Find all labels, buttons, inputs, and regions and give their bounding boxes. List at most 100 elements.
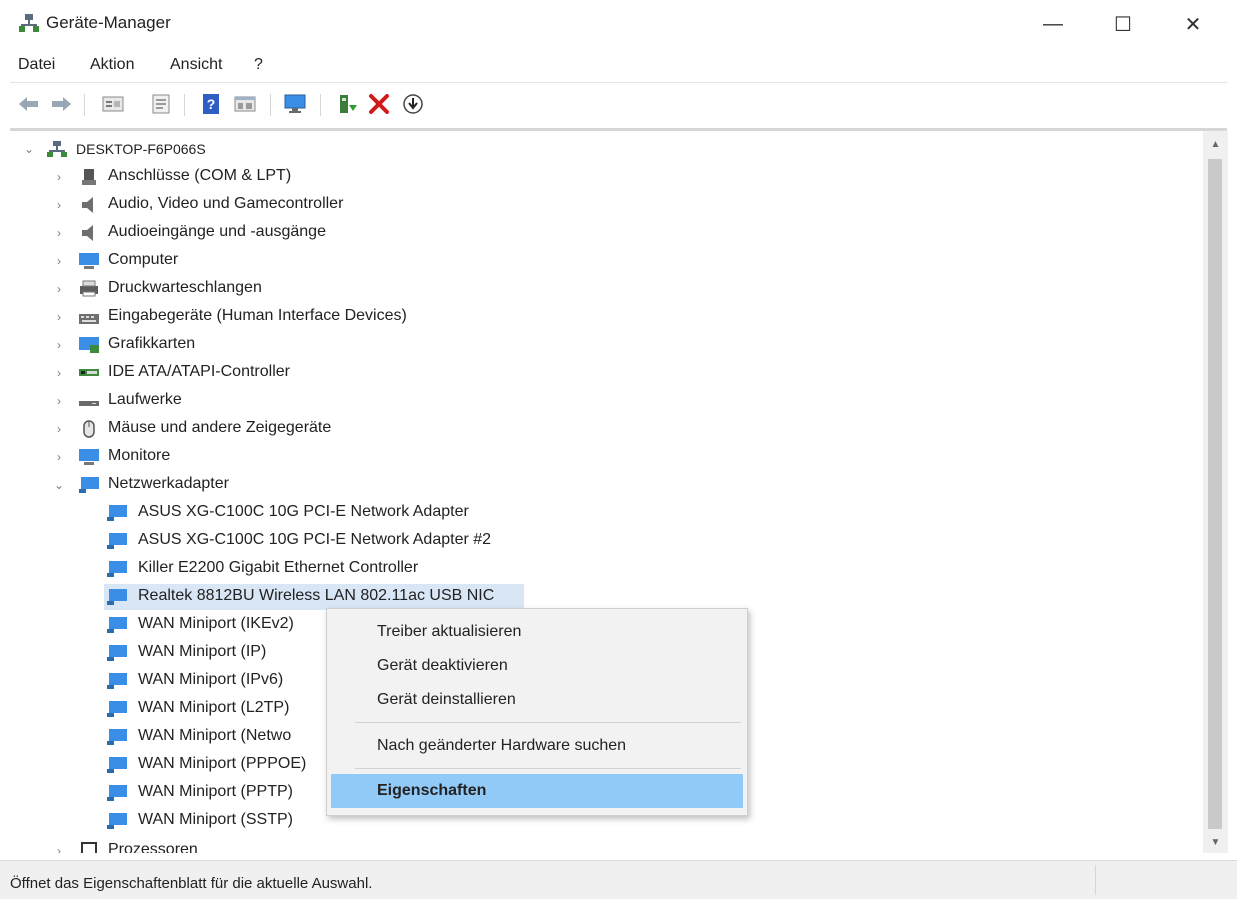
chevron-right-icon[interactable]: › [52, 168, 66, 186]
chevron-right-icon[interactable]: › [52, 224, 66, 242]
menu-help[interactable]: ? [254, 56, 263, 74]
chevron-down-icon[interactable]: ⌄ [52, 476, 66, 494]
menu-item-scan-hardware[interactable]: Nach geänderter Hardware suchen [327, 729, 747, 763]
scroll-down-icon[interactable]: ▼ [1203, 831, 1228, 853]
menu-item-uninstall-device[interactable]: Gerät deinstallieren [327, 683, 747, 717]
toolbar-divider [320, 94, 321, 116]
tree-category-label: Computer [108, 251, 179, 268]
tree-device-label: WAN Miniport (IKEv2) [138, 615, 294, 632]
download-icon[interactable] [400, 90, 426, 118]
monitor-icon [79, 449, 99, 465]
network-adapter-icon [107, 589, 127, 605]
network-adapter-icon [107, 729, 127, 745]
ide-controller-icon [79, 369, 99, 376]
tree-device[interactable]: ASUS XG-C100C 10G PCI-E Network Adapter [10, 499, 1203, 527]
tree-category-label: Prozessoren [108, 841, 198, 853]
tree-category[interactable]: › Audioeingänge und -ausgänge [10, 219, 1203, 247]
chevron-right-icon[interactable]: › [52, 448, 66, 466]
menu-item-update-driver[interactable]: Treiber aktualisieren [327, 615, 747, 649]
network-adapter-icon [107, 813, 127, 829]
toolbar-divider [84, 94, 85, 116]
context-menu: Treiber aktualisieren Gerät deaktivieren… [326, 608, 748, 816]
chevron-right-icon[interactable]: › [52, 280, 66, 298]
tree-device-label: WAN Miniport (IP) [138, 643, 267, 660]
menu-item-disable-device[interactable]: Gerät deaktivieren [327, 649, 747, 683]
device-manager-icon [19, 14, 39, 32]
menu-item-label: Nach geänderter Hardware suchen [377, 737, 627, 754]
close-button[interactable]: ✕ [1170, 6, 1216, 42]
network-adapter-icon [107, 533, 127, 549]
forward-arrow-icon[interactable] [48, 90, 74, 118]
tree-category-label: Audio, Video und Gamecontroller [108, 195, 344, 212]
tree-device-label: WAN Miniport (PPTP) [138, 783, 293, 800]
hid-icon [79, 314, 99, 324]
menu-item-label: Gerät deaktivieren [377, 657, 508, 674]
tree-category[interactable]: › Mäuse und andere Zeigegeräte [10, 415, 1203, 443]
update-driver-icon[interactable] [334, 90, 360, 118]
device-list-icon[interactable] [100, 90, 126, 118]
uninstall-icon[interactable] [366, 90, 392, 118]
display-adapter-icon [79, 337, 99, 353]
chevron-right-icon[interactable]: › [52, 252, 66, 270]
tree-device[interactable]: Killer E2200 Gigabit Ethernet Controller [10, 555, 1203, 583]
menu-bar: Datei Aktion Ansicht ? [0, 52, 1237, 80]
menu-ansicht[interactable]: Ansicht [170, 56, 222, 74]
tree-category-label: Grafikkarten [108, 335, 196, 352]
tree-category[interactable]: › Eingabegeräte (Human Interface Devices… [10, 303, 1203, 331]
status-text: Öffnet das Eigenschaftenblatt für die ak… [10, 875, 373, 892]
network-adapter-icon [107, 561, 127, 577]
monitor-scan-icon[interactable] [282, 90, 308, 118]
tree-category-expanded[interactable]: ⌄ Netzwerkadapter [10, 471, 1203, 499]
minimize-button[interactable]: — [1030, 6, 1076, 42]
tree-category[interactable]: › Anschlüsse (COM & LPT) [10, 163, 1203, 191]
tree-category[interactable]: › IDE ATA/ATAPI-Controller [10, 359, 1203, 387]
tree-device-label: Realtek 8812BU Wireless LAN 802.11ac USB… [138, 587, 495, 604]
scroll-thumb[interactable] [1208, 159, 1222, 829]
chevron-right-icon[interactable]: › [52, 336, 66, 354]
menu-datei[interactable]: Datei [18, 56, 55, 74]
tree-category[interactable]: › Druckwarteschlangen [10, 275, 1203, 303]
menu-item-properties[interactable]: Eigenschaften [331, 774, 743, 808]
properties-sheet-icon[interactable] [148, 90, 174, 118]
chevron-right-icon[interactable]: › [52, 392, 66, 410]
tree-device-selected[interactable]: Realtek 8812BU Wireless LAN 802.11ac USB… [10, 583, 1203, 611]
menu-aktion[interactable]: Aktion [90, 56, 134, 74]
chevron-down-icon[interactable]: ⌄ [22, 140, 36, 158]
tree-category[interactable]: › Prozessoren [10, 837, 1203, 853]
chevron-right-icon[interactable]: › [52, 308, 66, 326]
tree-device-label: ASUS XG-C100C 10G PCI-E Network Adapter … [138, 531, 492, 548]
tree-root-label: DESKTOP-F6P066S [76, 141, 206, 157]
window-title: Geräte-Manager [46, 13, 171, 32]
chevron-right-icon[interactable]: › [52, 842, 66, 853]
tree-category[interactable]: › Computer [10, 247, 1203, 275]
menu-item-label: Gerät deinstallieren [377, 691, 516, 708]
help-icon[interactable]: ? [198, 90, 224, 118]
tree-category[interactable]: › Monitore [10, 443, 1203, 471]
toolbar: ? [0, 86, 1237, 124]
tree-category[interactable]: › Laufwerke [10, 387, 1203, 415]
printer-icon [80, 280, 98, 297]
network-adapter-icon [107, 505, 127, 521]
menu-item-label: Eigenschaften [377, 782, 487, 799]
mouse-icon [83, 420, 95, 438]
tree-category-label: Eingabegeräte (Human Interface Devices) [108, 307, 407, 324]
scroll-up-icon[interactable]: ▲ [1203, 133, 1228, 155]
toolbar-divider [270, 94, 271, 116]
tree-device-label: WAN Miniport (Netwo [138, 727, 292, 744]
show-hide-icon[interactable] [232, 90, 258, 118]
chevron-right-icon[interactable]: › [52, 420, 66, 438]
chevron-right-icon[interactable]: › [52, 364, 66, 382]
maximize-button[interactable]: ☐ [1100, 6, 1146, 42]
tree-category[interactable]: › Grafikkarten [10, 331, 1203, 359]
tree-device[interactable]: ASUS XG-C100C 10G PCI-E Network Adapter … [10, 527, 1203, 555]
status-divider [1095, 865, 1096, 895]
network-adapter-icon [107, 701, 127, 717]
chevron-right-icon[interactable]: › [52, 196, 66, 214]
menu-item-label: Treiber aktualisieren [377, 623, 522, 640]
tree-root[interactable]: ⌄ DESKTOP-F6P066S [10, 135, 1203, 163]
tree-category-label: Laufwerke [108, 391, 182, 408]
tree-category-label: Audioeingänge und -ausgänge [108, 223, 326, 240]
tree-category[interactable]: › Audio, Video und Gamecontroller [10, 191, 1203, 219]
vertical-scrollbar[interactable]: ▲ ▼ [1203, 131, 1228, 853]
back-arrow-icon[interactable] [16, 90, 42, 118]
